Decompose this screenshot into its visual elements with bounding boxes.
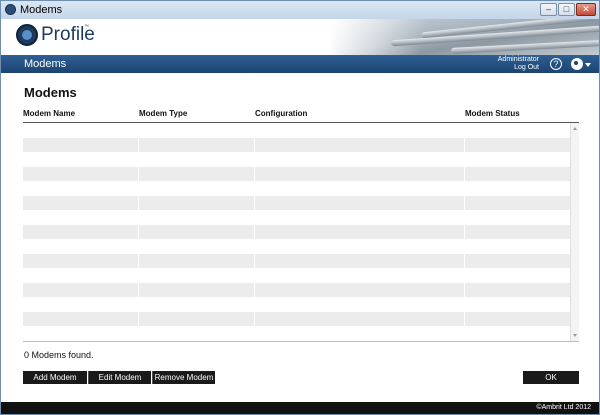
table-row[interactable] <box>23 210 570 225</box>
copyright-text: ©Ambrit Ltd 2012 <box>536 404 591 411</box>
column-header-modem-name[interactable]: Modem Name <box>23 109 75 118</box>
column-header-modem-status[interactable]: Modem Status <box>465 109 520 118</box>
grid-header: Modem Name Modem Type Configuration Mode… <box>23 109 579 123</box>
edit-modem-button[interactable]: Edit Modem <box>88 371 151 384</box>
user-name: Administrator <box>497 56 539 63</box>
logo-trademark: ™ <box>84 24 89 30</box>
header-banner-image <box>331 19 599 55</box>
scroll-up-icon[interactable] <box>573 127 577 130</box>
table-row[interactable] <box>23 195 570 210</box>
help-icon[interactable]: ? <box>550 58 562 70</box>
table-row[interactable] <box>23 123 570 138</box>
title-bar[interactable]: Modems – □ ✕ <box>1 1 599 19</box>
window-title: Modems <box>20 4 63 16</box>
app-window: Modems – □ ✕ Profile ™ Modems Administra… <box>0 0 600 415</box>
minimize-button[interactable]: – <box>540 3 557 16</box>
column-header-configuration[interactable]: Configuration <box>255 109 307 118</box>
nav-bar: Modems Administrator Log Out ? <box>1 55 599 73</box>
table-row[interactable] <box>23 253 570 268</box>
table-row[interactable] <box>23 224 570 239</box>
footer: ©Ambrit Ltd 2012 <box>1 402 599 414</box>
add-modem-button[interactable]: Add Modem <box>23 371 87 384</box>
app-icon <box>5 4 16 15</box>
vertical-scrollbar[interactable] <box>570 123 579 341</box>
settings-icon[interactable] <box>571 58 583 70</box>
table-row[interactable] <box>23 297 570 312</box>
table-row[interactable] <box>23 326 570 341</box>
table-row[interactable] <box>23 137 570 152</box>
nav-page-title: Modems <box>24 58 67 70</box>
table-row[interactable] <box>23 282 570 297</box>
ok-button[interactable]: OK <box>523 371 579 384</box>
table-row[interactable] <box>23 311 570 326</box>
page-title: Modems <box>24 85 77 100</box>
table-row[interactable] <box>23 166 570 181</box>
close-button[interactable]: ✕ <box>576 3 596 16</box>
grid-rows <box>23 123 579 341</box>
table-row[interactable] <box>23 152 570 167</box>
modems-grid[interactable] <box>23 123 579 342</box>
profile-logo-icon <box>16 24 38 46</box>
brand-header: Profile ™ <box>1 19 599 55</box>
table-row[interactable] <box>23 268 570 283</box>
remove-modem-button[interactable]: Remove Modem <box>152 371 215 384</box>
table-row[interactable] <box>23 181 570 196</box>
scroll-down-icon[interactable] <box>573 334 577 337</box>
maximize-button[interactable]: □ <box>558 3 575 16</box>
status-text: 0 Modems found. <box>24 350 94 360</box>
chevron-down-icon[interactable] <box>585 63 591 67</box>
table-row[interactable] <box>23 239 570 254</box>
column-header-modem-type[interactable]: Modem Type <box>139 109 187 118</box>
logout-link[interactable]: Log Out <box>471 64 539 72</box>
